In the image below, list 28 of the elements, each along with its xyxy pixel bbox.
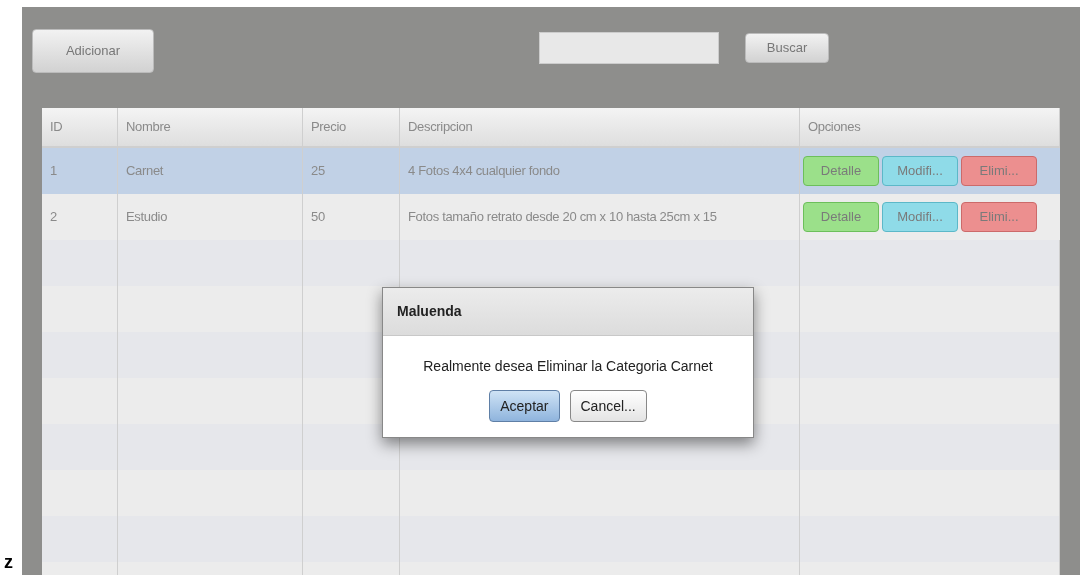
modify-button[interactable]: Modifi... [882,156,958,186]
delete-button[interactable]: Elimi... [961,202,1037,232]
table-row[interactable]: 1 Carnet 25 4 Fotos 4x4 cualquier fondo Detalle Modifi... Elimi... [42,148,1060,194]
column-header: Opciones [808,118,861,137]
add-button[interactable]: Adicionar [32,28,154,73]
table-cell-text: 50 [311,208,325,227]
table-cell-text: Estudio [126,208,168,227]
dialog-message: Realmente desea Eliminar la Categoria Carnet [423,357,713,376]
search-button[interactable]: Buscar [745,33,829,63]
cancel-button[interactable]: Cancel... [569,390,647,422]
table-cell-text: Fotos tamaño retrato desde 20 cm x 10 hasta 25cm x 15 [408,208,717,227]
delete-button[interactable]: Elimi... [961,156,1037,186]
search-field[interactable] [539,32,719,64]
table-cell-text: 2 [50,208,57,227]
table-cell-text: 1 [50,162,57,181]
column-header: Precio [311,118,346,137]
column-header: Descripcion [408,118,473,137]
margin-letter: z [3,553,13,574]
column-header: Nombre [126,118,171,137]
dialog-title: Maluenda [397,302,462,321]
detail-button[interactable]: Detalle [803,156,879,186]
column-header: ID [50,118,63,137]
accept-button[interactable]: Aceptar [489,390,560,422]
detail-button[interactable]: Detalle [803,202,879,232]
table-cell-text: Carnet [126,162,164,181]
table-cell-text: 25 [311,162,325,181]
modify-button[interactable]: Modifi... [882,202,958,232]
table-cell-text: 4 Fotos 4x4 cualquier fondo [408,162,560,181]
